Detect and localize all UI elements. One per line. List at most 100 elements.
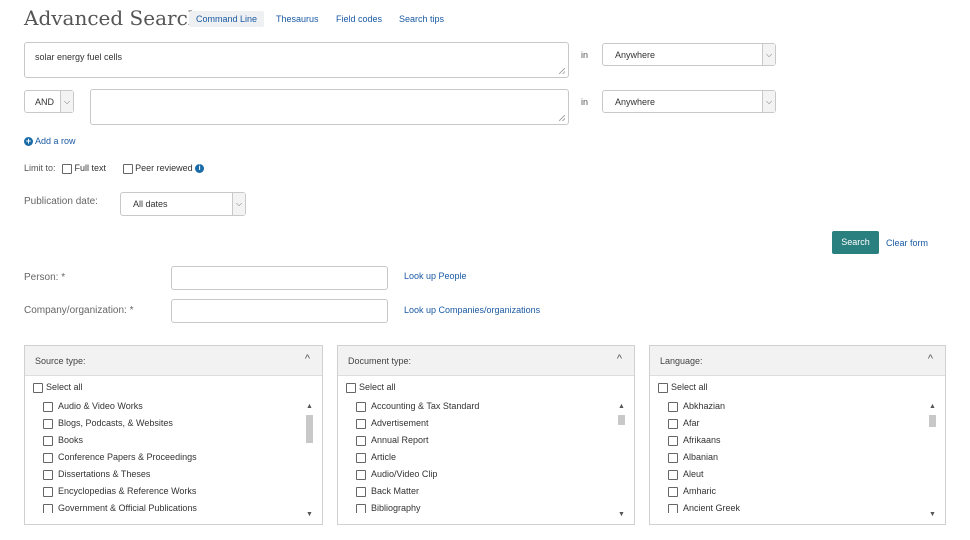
list-item[interactable]: Amharic	[668, 486, 925, 503]
panel-header[interactable]: Document type: ^	[338, 346, 634, 376]
item-checkbox[interactable]	[668, 435, 678, 446]
list-item[interactable]: Bibliography	[356, 503, 614, 513]
clear-form-link[interactable]: Clear form	[886, 238, 928, 248]
item-checkbox[interactable]	[43, 503, 53, 513]
item-checkbox[interactable]	[43, 401, 53, 412]
in-label: in	[581, 50, 589, 60]
panel-title: Document type:	[348, 356, 412, 366]
select-all[interactable]: Select all	[33, 382, 83, 393]
scroll-thumb[interactable]	[618, 415, 625, 425]
list-item[interactable]: Audio/Video Clip	[356, 469, 614, 486]
tab-command-line[interactable]: Command Line	[189, 11, 265, 27]
checkbox-list: Audio & Video Works Blogs, Podcasts, & W…	[43, 401, 302, 513]
select-all[interactable]: Select all	[346, 382, 396, 393]
list-item[interactable]: Afrikaans	[668, 435, 925, 452]
select-all-checkbox[interactable]	[346, 382, 356, 393]
item-checkbox[interactable]	[356, 401, 366, 412]
list-item[interactable]: Dissertations & Theses	[43, 469, 302, 486]
list-item[interactable]: Afar	[668, 418, 925, 435]
operator-select[interactable]: AND ⌵	[24, 90, 74, 113]
item-checkbox[interactable]	[668, 486, 678, 497]
chevron-down-icon: ⌵	[762, 44, 775, 65]
peer-reviewed-checkbox[interactable]	[122, 163, 133, 174]
scroll-down-icon[interactable]: ▼	[305, 511, 314, 518]
item-checkbox[interactable]	[43, 435, 53, 446]
full-text-checkbox[interactable]	[62, 163, 73, 174]
peer-reviewed-label: Peer reviewed	[135, 163, 193, 173]
field-select-2[interactable]: Anywhere ⌵	[602, 90, 776, 113]
caret-up-icon[interactable]: ^	[928, 353, 933, 365]
add-row-link[interactable]: + Add a row	[24, 136, 76, 147]
item-checkbox[interactable]	[356, 503, 366, 513]
select-all-checkbox[interactable]	[658, 382, 668, 393]
item-checkbox[interactable]	[43, 469, 53, 480]
item-checkbox[interactable]	[668, 452, 678, 463]
lookup-companies-link[interactable]: Look up Companies/organizations	[404, 305, 540, 315]
scroll-up-icon[interactable]: ▲	[928, 403, 937, 410]
list-item[interactable]: Government & Official Publications	[43, 503, 302, 513]
list-item[interactable]: Back Matter	[356, 486, 614, 503]
item-checkbox[interactable]	[668, 469, 678, 480]
company-input[interactable]	[171, 299, 388, 323]
scroll-thumb[interactable]	[306, 415, 313, 443]
list-item[interactable]: Annual Report	[356, 435, 614, 452]
language-panel: Language: ^ Select all Abkhazian Afar Af…	[649, 345, 946, 525]
list-item[interactable]: Aleut	[668, 469, 925, 486]
scrollbar[interactable]: ▲ ▼	[305, 403, 314, 518]
tab-field-codes[interactable]: Field codes	[336, 14, 382, 24]
search-term-input-2[interactable]	[90, 89, 569, 125]
panel-header[interactable]: Source type: ^	[25, 346, 322, 376]
scroll-thumb[interactable]	[929, 415, 936, 427]
list-item[interactable]: Conference Papers & Proceedings	[43, 452, 302, 469]
resize-handle-icon[interactable]	[559, 68, 565, 74]
list-item[interactable]: Albanian	[668, 452, 925, 469]
scroll-up-icon[interactable]: ▲	[305, 403, 314, 410]
scroll-down-icon[interactable]: ▼	[617, 511, 626, 518]
pubdate-select[interactable]: All dates ⌵	[120, 192, 246, 216]
item-checkbox[interactable]	[356, 486, 366, 497]
item-checkbox[interactable]	[668, 418, 678, 429]
full-text-label: Full text	[74, 163, 107, 173]
resize-handle-icon[interactable]	[559, 115, 565, 121]
field-select-1[interactable]: Anywhere ⌵	[602, 43, 776, 66]
scroll-up-icon[interactable]: ▲	[617, 403, 626, 410]
list-item[interactable]: Encyclopedias & Reference Works	[43, 486, 302, 503]
pubdate-label: Publication date:	[24, 196, 98, 207]
caret-up-icon[interactable]: ^	[617, 353, 622, 365]
field-select-value: Anywhere	[615, 96, 656, 107]
select-all[interactable]: Select all	[658, 382, 708, 393]
item-checkbox[interactable]	[356, 452, 366, 463]
list-item[interactable]: Books	[43, 435, 302, 452]
panel-header[interactable]: Language: ^	[650, 346, 945, 376]
item-checkbox[interactable]	[356, 469, 366, 480]
tab-search-tips[interactable]: Search tips	[399, 14, 444, 24]
caret-up-icon[interactable]: ^	[305, 353, 310, 365]
list-item[interactable]: Blogs, Podcasts, & Websites	[43, 418, 302, 435]
select-all-checkbox[interactable]	[33, 382, 43, 393]
chevron-down-icon: ⌵	[232, 193, 245, 215]
list-item[interactable]: Advertisement	[356, 418, 614, 435]
person-input[interactable]	[171, 266, 388, 290]
scrollbar[interactable]: ▲ ▼	[617, 403, 626, 518]
item-checkbox[interactable]	[356, 435, 366, 446]
tab-thesaurus[interactable]: Thesaurus	[276, 14, 319, 24]
item-checkbox[interactable]	[668, 401, 678, 412]
item-checkbox[interactable]	[43, 452, 53, 463]
list-item[interactable]: Ancient Greek	[668, 503, 925, 513]
list-item[interactable]: Abkhazian	[668, 401, 925, 418]
list-item[interactable]: Audio & Video Works	[43, 401, 302, 418]
item-checkbox[interactable]	[43, 486, 53, 497]
search-button[interactable]: Search	[832, 231, 879, 254]
info-icon[interactable]: i	[195, 164, 205, 174]
list-item[interactable]: Article	[356, 452, 614, 469]
item-checkbox[interactable]	[43, 418, 53, 429]
checkbox-list: Abkhazian Afar Afrikaans Albanian Aleut …	[668, 401, 925, 513]
search-term-input-1[interactable]: solar energy fuel cells	[24, 42, 569, 78]
scroll-down-icon[interactable]: ▼	[928, 511, 937, 518]
lookup-people-link[interactable]: Look up People	[404, 271, 467, 281]
item-checkbox[interactable]	[668, 503, 678, 513]
list-item[interactable]: Accounting & Tax Standard	[356, 401, 614, 418]
item-checkbox[interactable]	[356, 418, 366, 429]
scrollbar[interactable]: ▲ ▼	[928, 403, 937, 518]
document-type-panel: Document type: ^ Select all Accounting &…	[337, 345, 635, 525]
